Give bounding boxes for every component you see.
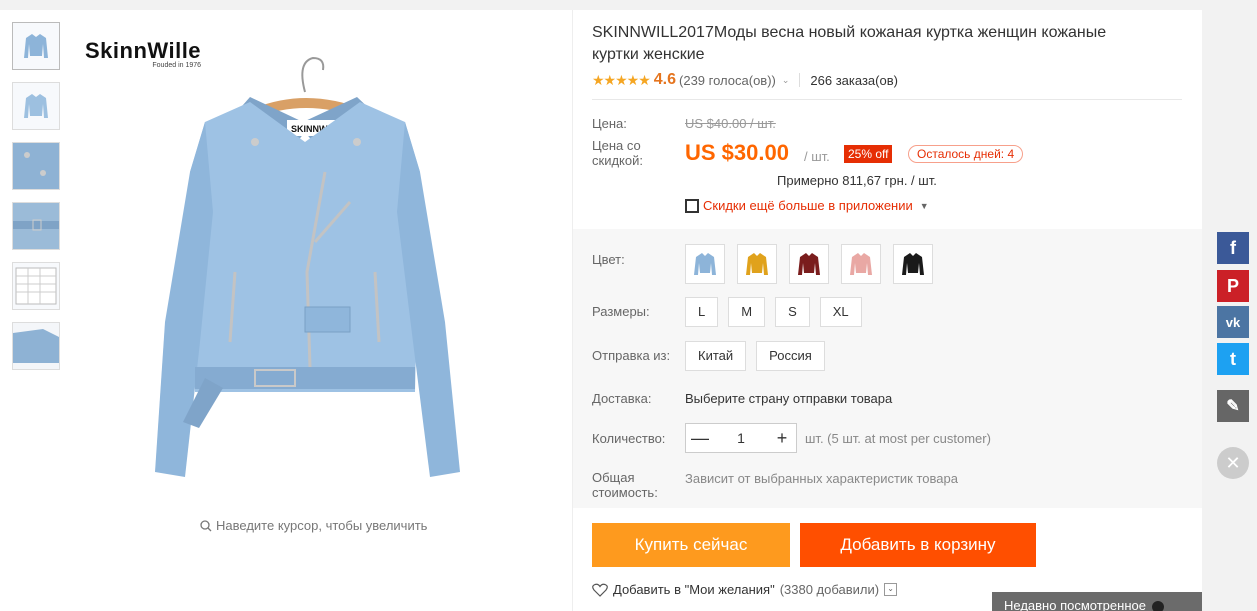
quantity-note: шт. (5 шт. at most per customer)	[805, 431, 991, 446]
discount-price-label: Цена со скидкой:	[592, 138, 643, 168]
ship-from-russia[interactable]: Россия	[756, 341, 825, 371]
ship-from-china[interactable]: Китай	[685, 341, 747, 371]
quantity-stepper: — 1 +	[685, 423, 797, 453]
recently-viewed-bar[interactable]: Недавно посмотренное	[992, 592, 1202, 611]
product-title: SKINNWILL2017Моды весна новый кожаная ку…	[592, 24, 1107, 63]
ship-from-label: Отправка из:	[592, 348, 671, 363]
color-swatch-light-blue[interactable]	[685, 244, 725, 284]
color-swatches	[685, 244, 933, 284]
close-icon[interactable]: ✕	[1217, 447, 1249, 479]
thumbnail-size-chart[interactable]	[12, 262, 60, 310]
price-label: Цена:	[592, 116, 627, 131]
old-price: US $40.00 / шт.	[685, 116, 776, 131]
twitter-icon[interactable]: t	[1217, 343, 1249, 375]
thumbnail-list	[12, 22, 62, 382]
size-option-xl[interactable]: XL	[819, 297, 862, 327]
caret-down-icon: ▼	[919, 200, 929, 211]
pinterest-icon[interactable]: P	[1217, 270, 1249, 302]
vk-icon[interactable]: vk	[1217, 306, 1249, 338]
chevron-down-icon[interactable]: ⌄	[782, 75, 790, 86]
wishlist-link[interactable]: Добавить в "Мои желания" (3380 добавили)…	[592, 582, 898, 597]
size-label: Размеры:	[592, 304, 650, 319]
facebook-icon[interactable]: f	[1217, 232, 1249, 264]
size-option-l[interactable]: L	[685, 297, 719, 327]
brand-logo: SkinnWille Fouded in 1976	[85, 38, 201, 69]
ship-from-options: Китай Россия	[685, 341, 825, 371]
rating-stars-icon: ★★★★★	[592, 71, 651, 88]
discount-price: US $30.00	[685, 140, 789, 165]
thumbnail-1[interactable]	[12, 22, 60, 70]
app-promo-link[interactable]: Скидки ещё больше в приложении ▼	[685, 198, 929, 213]
chevron-down-icon[interactable]: ⌄	[884, 583, 898, 596]
color-swatch-burgundy[interactable]	[789, 244, 829, 284]
color-label: Цвет:	[592, 252, 625, 267]
delivery-text: Выберите страну отправки товара	[685, 391, 893, 406]
quantity-label: Количество:	[592, 431, 666, 446]
rating-votes[interactable]: (239 голоса(ов))	[679, 73, 776, 88]
thumbnail-2[interactable]	[12, 82, 60, 130]
qr-code-icon	[685, 198, 699, 213]
delivery-label: Доставка:	[592, 391, 652, 406]
rating-row: ★★★★★ 4.6 (239 голоса(ов)) ⌄ 266 заказа(…	[592, 71, 898, 89]
edit-icon[interactable]: ✎	[1217, 390, 1249, 422]
color-swatch-yellow[interactable]	[737, 244, 777, 284]
zoom-hint-text: Наведите курсор, чтобы увеличить	[216, 518, 428, 533]
price-unit: / шт.	[804, 149, 830, 164]
main-product-image[interactable]: SKINNWILLE	[75, 22, 560, 502]
wishlist-text: Добавить в "Мои желания"	[613, 582, 775, 597]
thumbnail-4[interactable]	[12, 202, 60, 250]
heart-icon	[592, 583, 608, 597]
total-text: Зависит от выбранных характеристик товар…	[685, 471, 958, 486]
divider	[592, 99, 1182, 100]
size-options: L M S XL	[685, 297, 862, 327]
quantity-decrease-button[interactable]: —	[686, 428, 714, 449]
chevron-up-icon	[1151, 600, 1164, 611]
size-option-s[interactable]: S	[775, 297, 810, 327]
thumbnail-6[interactable]	[12, 322, 60, 370]
magnifier-icon	[200, 519, 212, 531]
rating-separator	[799, 73, 801, 87]
color-swatch-black[interactable]	[893, 244, 933, 284]
approx-price: Примерно 811,67 грн. / шт.	[777, 173, 937, 188]
zoom-hint: Наведите курсор, чтобы увеличить	[200, 518, 427, 533]
orders-count: 266 заказа(ов)	[810, 72, 898, 88]
buy-now-button[interactable]: Купить сейчас	[592, 523, 790, 567]
rating-score: 4.6	[653, 71, 677, 88]
days-left-badge: Осталось дней: 4	[908, 145, 1024, 163]
app-promo-text: Скидки ещё больше в приложении	[703, 198, 913, 213]
add-to-cart-button[interactable]: Добавить в корзину	[800, 523, 1036, 567]
recently-viewed-label: Недавно посмотренное	[1004, 598, 1146, 611]
size-option-m[interactable]: M	[728, 297, 766, 327]
quantity-increase-button[interactable]: +	[768, 428, 796, 449]
color-swatch-pink[interactable]	[841, 244, 881, 284]
discount-badge: 25% off	[844, 145, 893, 163]
wishlist-count: (3380 добавили)	[779, 582, 880, 597]
total-label: Общая стоимость:	[592, 470, 658, 500]
thumbnail-3[interactable]	[12, 142, 60, 190]
quantity-input[interactable]: 1	[714, 430, 768, 446]
brand-name: SkinnWille	[85, 38, 202, 63]
